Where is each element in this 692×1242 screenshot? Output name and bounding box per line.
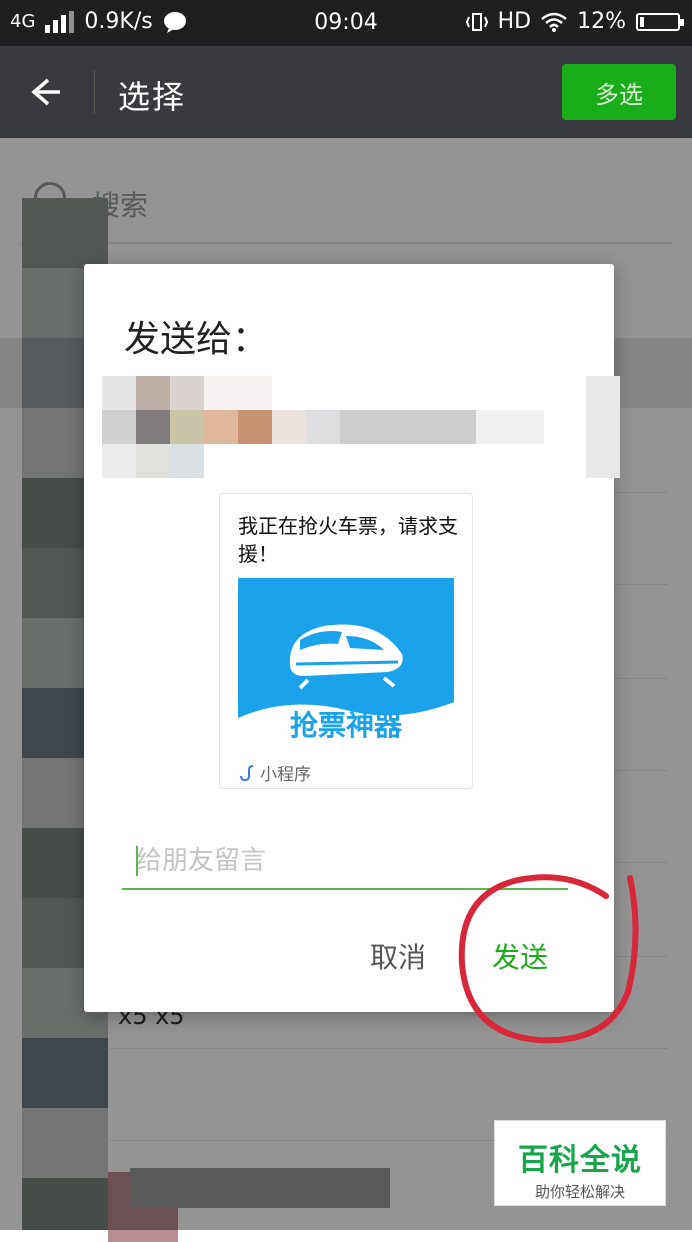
pixel-cell [136, 376, 170, 410]
wifi-icon [541, 12, 567, 32]
thumbnail-caption: 抢票神器 [289, 709, 402, 742]
pixel-cell [272, 410, 306, 444]
pixel-cell [204, 410, 238, 444]
watermark-title: 百科全说 [518, 1143, 642, 1178]
text-caret [136, 846, 138, 876]
battery-icon [636, 12, 684, 31]
pixel-cell [586, 376, 620, 478]
pixel-cell [204, 376, 272, 410]
watermark-subtitle: 助你轻松解决 [534, 1183, 625, 1201]
back-arrow-icon[interactable] [28, 74, 64, 110]
pixel-cell [102, 444, 136, 478]
red-annotation-circle [458, 874, 639, 1044]
battery-percent: 12% [577, 9, 626, 34]
pixel-cell [476, 410, 544, 444]
app-bar: 选择 多选 [0, 46, 692, 138]
cancel-button[interactable]: 取消 [370, 936, 426, 976]
pixel-cell [102, 376, 136, 410]
mini-program-card: 我正在抢火车票，请求支援！ 抢票神器 小程序 [219, 493, 473, 789]
pixel-cell [170, 376, 204, 410]
card-message: 我正在抢火车票，请求支援！ [238, 514, 458, 566]
vibrate-icon [465, 12, 488, 31]
hd-indicator: HD [497, 9, 532, 34]
pixel-cell [170, 410, 204, 444]
pixel-cell [238, 410, 272, 444]
app-bar-divider [94, 70, 95, 114]
watermark-logo: 百科全说 助你轻松解决 [494, 1120, 666, 1206]
pixel-cell [170, 444, 204, 478]
multi-select-button[interactable]: 多选 [562, 64, 676, 120]
pixel-cell [136, 410, 170, 444]
pixel-cell [340, 410, 476, 444]
status-bar: 4G 0.9K/s 09:04 HD 12% [0, 0, 692, 46]
pixel-cell [306, 410, 340, 444]
mini-program-icon [240, 764, 254, 781]
mini-program-text: 小程序 [260, 765, 311, 785]
dialog-title: 发送给： [124, 319, 269, 360]
page-title: 选择 [118, 78, 187, 116]
recipient-row-pixelated [102, 376, 620, 478]
pixel-cell [102, 410, 136, 444]
card-thumbnail: 抢票神器 [238, 578, 454, 750]
pixel-cell [136, 444, 170, 478]
battery-level [640, 16, 644, 27]
mini-program-label: 小程序 [238, 760, 311, 785]
